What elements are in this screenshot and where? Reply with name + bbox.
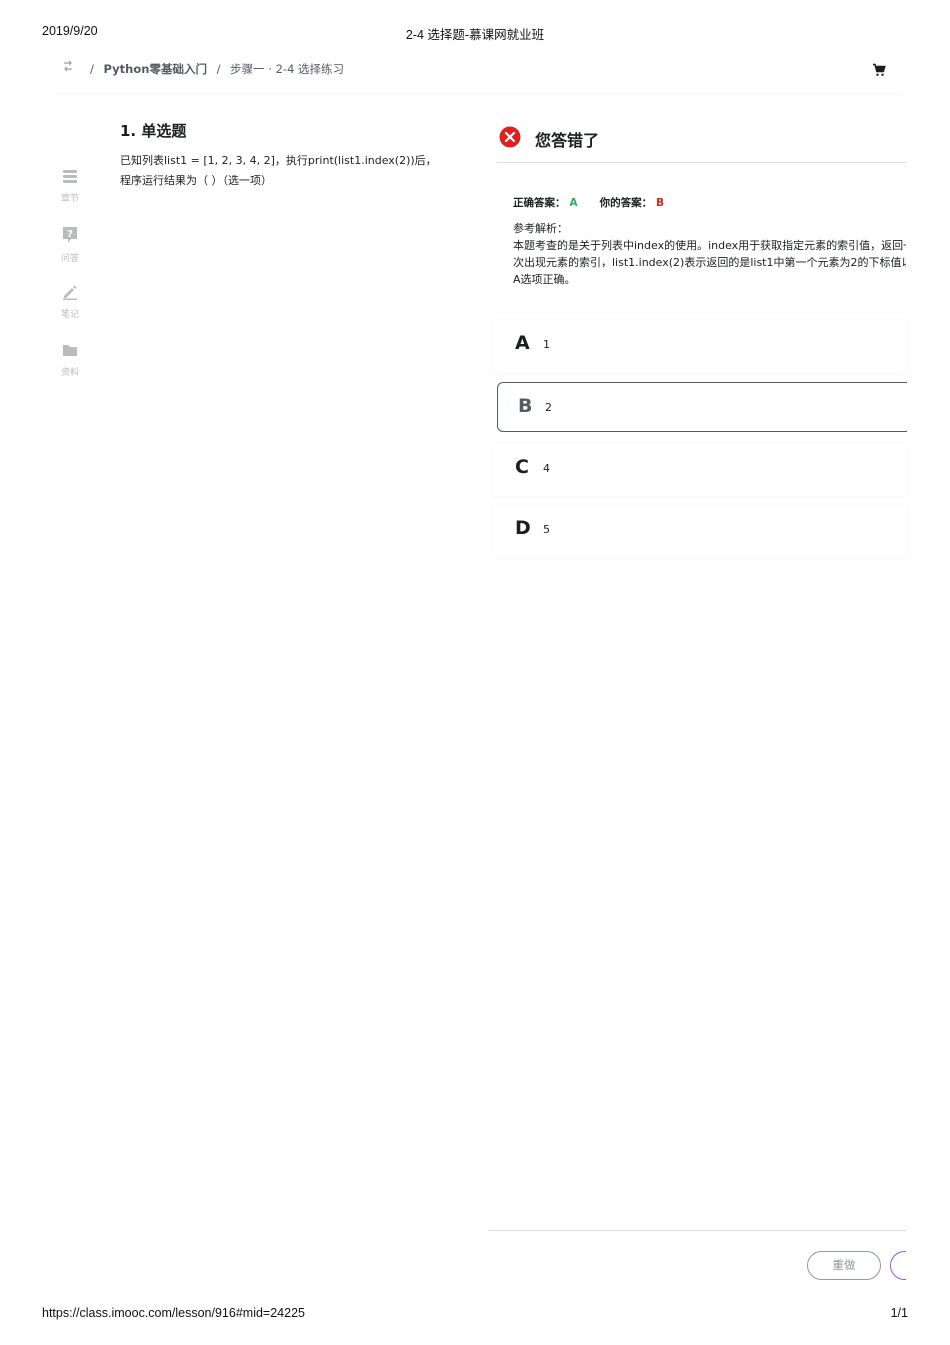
correct-answer-label: 正确答案： — [513, 197, 566, 209]
svg-text:?: ? — [67, 229, 73, 240]
sidebar-item-label: 笔记 — [60, 310, 79, 320]
breadcrumb-course-link[interactable]: Python零基础入门 — [104, 62, 207, 76]
option-c[interactable]: C 4 — [493, 444, 906, 496]
sidebar-item-chapter[interactable]: 章节 — [52, 168, 88, 226]
option-b[interactable]: B 2 — [497, 382, 907, 432]
print-footer: https://class.imooc.com/lesson/916#mid=2… — [42, 1306, 908, 1322]
sidebar-toggle-icon[interactable] — [62, 60, 76, 74]
top-bar: / Python零基础入门 / 步骤一 · 2-4 选择练习 — [48, 58, 906, 92]
question-title: 1. 单选题 — [120, 122, 187, 140]
sidebar-item-label: 问答 — [60, 254, 79, 264]
footer-divider — [489, 1230, 906, 1231]
question-icon: ? — [63, 227, 77, 243]
option-value: 5 — [543, 523, 550, 536]
option-letter: D — [515, 517, 531, 539]
redo-button[interactable]: 重做 — [807, 1251, 881, 1280]
next-button-outline — [890, 1251, 906, 1280]
print-page-title: 2-4 选择题-慕课网就业班 — [405, 28, 545, 42]
print-page-count: 1/1 — [890, 1306, 908, 1320]
folder-icon — [63, 345, 77, 356]
option-value: 2 — [545, 401, 552, 414]
correct-answer-value: A — [569, 197, 578, 209]
question-text: 已知列表list1 = [1, 2, 3, 4, 2]，执行print(list… — [120, 154, 437, 187]
sidebar-item-notes[interactable]: 笔记 — [52, 284, 88, 342]
pencil-icon — [63, 285, 77, 300]
left-sidebar: 章节 ? 问答 笔记 资料 — [52, 168, 88, 400]
answer-summary: 正确答案： A 你的答案： B — [513, 195, 664, 210]
analysis-text: 本题考查的是关于列表中index的使用。index用于获取指定元素的索引值，返回… — [513, 239, 906, 286]
your-answer-value: B — [656, 197, 665, 209]
analysis-box: 本题考查的是关于列表中index的使用。index用于获取指定元素的索引值，返回… — [513, 237, 906, 288]
print-url: https://class.imooc.com/lesson/916#mid=2… — [42, 1306, 305, 1320]
option-letter: A — [515, 332, 530, 354]
option-d[interactable]: D 5 — [493, 505, 906, 557]
result-title: 您答错了 — [535, 131, 600, 150]
breadcrumb: / Python零基础入门 / 步骤一 · 2-4 选择练习 — [90, 62, 345, 76]
wrong-answer-icon — [499, 126, 521, 148]
cart-icon[interactable] — [872, 62, 886, 76]
result-header: 您答错了 — [497, 124, 906, 163]
sidebar-item-label: 章节 — [60, 194, 79, 204]
option-value: 4 — [543, 462, 550, 475]
option-letter: C — [515, 456, 529, 478]
option-a[interactable]: A 1 — [493, 320, 906, 372]
option-letter: B — [518, 395, 533, 417]
your-answer-label: 你的答案： — [599, 197, 653, 209]
sidebar-item-materials[interactable]: 资料 — [52, 342, 88, 400]
chapter-list-icon — [63, 170, 77, 183]
analysis-label: 参考解析： — [513, 222, 568, 235]
next-button[interactable] — [890, 1251, 906, 1280]
print-header: 2019/9/20 2-4 选择题-慕课网就业班 — [42, 24, 908, 42]
sidebar-item-qa[interactable]: ? 问答 — [52, 226, 88, 284]
option-value: 1 — [543, 338, 550, 351]
sidebar-item-label: 资料 — [60, 368, 79, 378]
breadcrumb-step: 步骤一 · 2-4 选择练习 — [230, 62, 345, 76]
